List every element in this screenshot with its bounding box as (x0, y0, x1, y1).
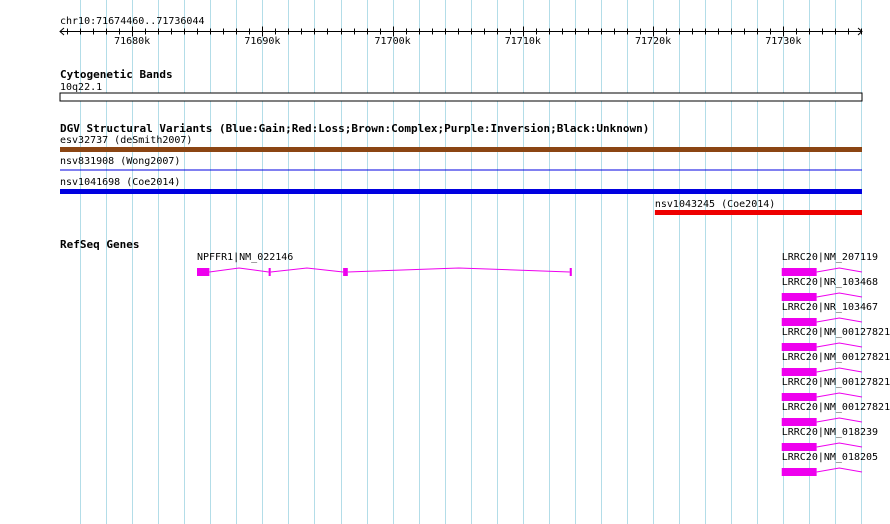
gene-label: NPFFR1|NM_022146 (197, 252, 293, 263)
exon-block (343, 268, 348, 276)
gene-label: LRRC20|NR_103467 (782, 302, 878, 313)
ruler-tick-label: 71720k (635, 36, 671, 47)
intron-line (816, 267, 863, 273)
exon-block (781, 368, 817, 376)
genome-browser-panel[interactable]: chr10:71674460..71736044 71680k 71690k 717… (0, 0, 890, 524)
exon-block (569, 268, 572, 276)
dgv-variant-label: nsv831908 (Wong2007) (60, 156, 180, 167)
gene-label: LRRC20|NM_018205 (782, 452, 878, 463)
intron-line (816, 392, 863, 398)
cytogenetic-bands-track: Cytogenetic Bands 10q22.1 (59, 68, 863, 102)
exon-block (781, 268, 817, 276)
dgv-variant-label: esv32737 (deSmith2007) (60, 135, 192, 146)
gene-label: LRRC20|NM_207119 (782, 252, 878, 263)
intron-line (816, 467, 863, 473)
dgv-variant-bar[interactable] (60, 189, 862, 194)
region-label: chr10:71674460..71736044 (60, 16, 205, 27)
dgv-variant-bar[interactable] (60, 147, 862, 152)
gene-label: LRRC20|NM_001278211 (782, 402, 890, 413)
dgv-variant-list: esv32737 (deSmith2007) nsv831908 (Wong200… (60, 135, 862, 215)
ruler-tick-label: 71680k (114, 36, 150, 47)
dgv-track-title: DGV Structural Variants (Blue:Gain;Red:L… (60, 122, 649, 135)
exon-block (781, 418, 817, 426)
dgv-variant-bar[interactable] (60, 169, 862, 171)
gene-model[interactable]: LRRC20|NM_018205 (781, 452, 878, 476)
exon-block (268, 268, 271, 276)
dgv-track: DGV Structural Variants (Blue:Gain;Red:L… (60, 122, 862, 215)
refseq-track-title: RefSeq Genes (60, 238, 139, 251)
gene-model[interactable]: LRRC20|NR_103468 (781, 277, 878, 301)
coordinate-ruler[interactable]: 71680k 71690k 71700k 71710k 71720k 71730k (59, 26, 863, 48)
dgv-variant-bar[interactable] (654, 210, 862, 215)
intron-line (270, 267, 344, 273)
gene-model[interactable]: NPFFR1|NM_022146 (197, 252, 572, 276)
exon-block (781, 293, 817, 301)
ruler-tick-label: 71700k (375, 36, 411, 47)
ruler-tick-label: 71690k (244, 36, 280, 47)
dgv-variant[interactable]: nsv1041698 (Coe2014) (60, 177, 862, 194)
gene-label: LRRC20|NM_001278213 (782, 352, 890, 363)
gene-model[interactable]: LRRC20|NM_018239 (781, 427, 878, 451)
dgv-variant-label: nsv1041698 (Coe2014) (60, 177, 180, 188)
gene-label: LRRC20|NM_001278214 (782, 327, 890, 338)
gene-label: LRRC20|NM_018239 (782, 427, 878, 438)
exon-block (197, 268, 210, 276)
gene-model[interactable]: LRRC20|NM_207119 (781, 252, 878, 276)
cyto-band-bar[interactable] (59, 92, 863, 102)
ruler-tick-label: 71710k (505, 36, 541, 47)
gene-label: LRRC20|NM_001278212 (782, 377, 890, 388)
dgv-variant[interactable]: nsv831908 (Wong2007) (60, 156, 862, 171)
intron-line (816, 367, 863, 373)
exon-block (781, 468, 817, 476)
gene-model[interactable]: LRRC20|NR_103467 (781, 302, 878, 326)
intron-line (816, 417, 863, 423)
cyto-band-label: 10q22.1 (60, 82, 102, 93)
intron-line (816, 442, 863, 448)
intron-line (816, 292, 863, 298)
intron-line (347, 267, 570, 273)
cyto-track-title: Cytogenetic Bands (60, 68, 173, 81)
gene-label: LRRC20|NR_103468 (782, 277, 878, 288)
intron-line (816, 342, 863, 348)
exon-block (781, 443, 817, 451)
dgv-variant[interactable]: esv32737 (deSmith2007) (60, 135, 862, 152)
dgv-variant-label: nsv1043245 (Coe2014) (655, 199, 775, 210)
dgv-variant[interactable]: nsv1043245 (Coe2014) (654, 199, 862, 215)
intron-line (209, 267, 269, 273)
gene-list: NPFFR1|NM_022146 LRRC20|NM_207119 LRRC20|N… (197, 252, 890, 476)
exon-block (781, 318, 817, 326)
ruler-tick-label: 71730k (765, 36, 801, 47)
intron-line (816, 317, 863, 323)
exon-block (781, 343, 817, 351)
exon-block (781, 393, 817, 401)
